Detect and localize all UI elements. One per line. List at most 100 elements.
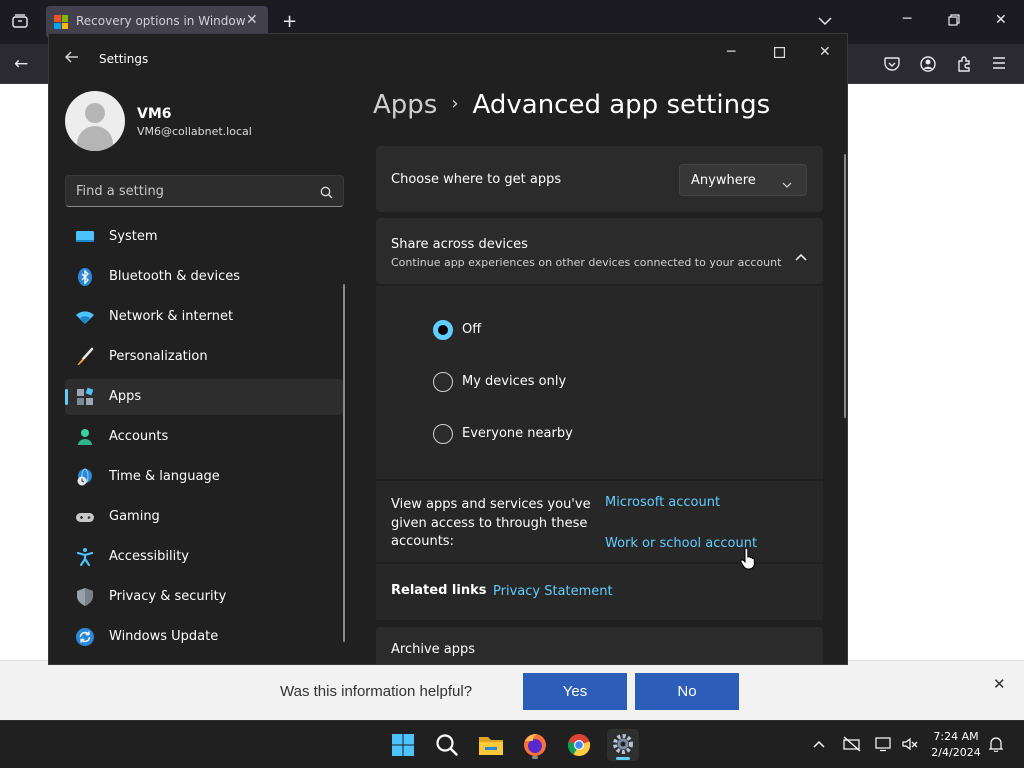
- work-school-account-link[interactable]: Work or school account: [605, 536, 757, 551]
- archive-apps-card[interactable]: Archive apps: [376, 627, 823, 664]
- feedback-bar: Was this information helpful? Yes No ✕: [0, 660, 1024, 720]
- radio-label: Off: [462, 322, 482, 337]
- find-setting-input[interactable]: [66, 176, 316, 206]
- settings-minimize-icon[interactable]: ─: [727, 44, 735, 60]
- search-icon[interactable]: [431, 729, 463, 761]
- sidebar-item-label: Apps: [109, 389, 142, 404]
- account-icon[interactable]: [920, 56, 936, 75]
- tab-list-chevron-icon[interactable]: [818, 15, 832, 29]
- clock-time: 7:24 AM: [933, 730, 979, 743]
- related-links-label: Related links: [391, 583, 487, 598]
- accounts-access-line-3: accounts:: [391, 534, 454, 549]
- browser-minimize-icon[interactable]: ─: [903, 12, 911, 26]
- sidebar-item-gaming[interactable]: Gaming: [65, 499, 343, 535]
- show-hidden-icons-chevron-icon[interactable]: [813, 737, 825, 752]
- browser-back-icon[interactable]: ←: [14, 56, 28, 73]
- clock-date: 2/4/2024: [931, 746, 981, 759]
- firefox-icon[interactable]: [519, 729, 551, 761]
- settings-icon[interactable]: [607, 729, 639, 761]
- accounts-access-line-1: View apps and services you've: [391, 497, 591, 512]
- taskbar: 7:24 AM 2/4/2024: [0, 720, 1024, 768]
- person-icon: [75, 427, 95, 447]
- system-clock[interactable]: 7:24 AM 2/4/2024: [928, 729, 984, 761]
- apps-icon: [75, 387, 95, 407]
- sidebar-item-label: Gaming: [109, 509, 160, 524]
- network-disconnected-icon[interactable]: [843, 736, 861, 756]
- notification-bell-icon[interactable]: [988, 736, 1004, 756]
- app-source-dropdown[interactable]: Anywhere: [679, 164, 807, 196]
- chrome-icon[interactable]: [563, 729, 595, 761]
- sidebar-item-label: Network & internet: [109, 309, 234, 324]
- radio-button[interactable]: [433, 424, 453, 444]
- menu-icon[interactable]: [992, 57, 1006, 72]
- avatar: [65, 91, 125, 151]
- share-devices-title: Share across devices: [391, 237, 528, 252]
- volume-muted-icon[interactable]: [901, 736, 919, 756]
- brush-icon: [75, 347, 95, 367]
- content-scrollbar[interactable]: [844, 154, 846, 418]
- sidebar-item-label: System: [109, 229, 158, 244]
- find-setting-box: [65, 175, 344, 207]
- user-email: VM6@collabnet.local: [137, 125, 252, 138]
- feedback-yes-button[interactable]: Yes: [523, 673, 627, 710]
- extensions-icon[interactable]: [956, 56, 972, 75]
- sidebar-item-time-language[interactable]: Time & language: [65, 459, 343, 495]
- breadcrumb: Apps › Advanced app settings: [373, 90, 770, 120]
- browser-restore-icon[interactable]: [948, 14, 960, 29]
- sidebar-item-apps[interactable]: Apps: [65, 379, 343, 415]
- nav-scrollbar[interactable]: [343, 284, 345, 642]
- pocket-icon[interactable]: [884, 57, 900, 75]
- sidebar-item-privacy[interactable]: Privacy & security: [65, 579, 343, 615]
- gamepad-icon: [75, 507, 95, 527]
- sidebar-item-personalization[interactable]: Personalization: [65, 339, 343, 375]
- settings-close-icon[interactable]: ✕: [819, 44, 831, 60]
- windows-start-icon[interactable]: [387, 729, 419, 761]
- sidebar-item-accessibility[interactable]: Accessibility: [65, 539, 343, 575]
- new-tab-icon[interactable]: +: [282, 13, 297, 31]
- sidebar-item-label: Bluetooth & devices: [109, 269, 240, 284]
- shield-icon: [75, 587, 95, 607]
- choose-apps-label: Choose where to get apps: [391, 172, 562, 187]
- archive-apps-title: Archive apps: [391, 642, 476, 657]
- sidebar-item-label: Accessibility: [109, 549, 189, 564]
- share-options-panel: Off My devices only Everyone nearby: [376, 286, 823, 479]
- chevron-up-icon[interactable]: [795, 246, 807, 261]
- sidebar-item-system[interactable]: System: [65, 219, 343, 255]
- hand-cursor-icon: [740, 547, 756, 570]
- microsoft-account-link[interactable]: Microsoft account: [605, 495, 720, 510]
- share-devices-header[interactable]: Share across devices Continue app experi…: [376, 218, 823, 284]
- radio-label: My devices only: [462, 374, 567, 389]
- sidebar-item-windows-update[interactable]: Windows Update: [65, 619, 343, 655]
- sidebar-item-label: Personalization: [109, 349, 208, 364]
- privacy-statement-link[interactable]: Privacy Statement: [493, 584, 613, 599]
- tab-close-icon[interactable]: ✕: [246, 12, 258, 28]
- update-icon: [75, 627, 95, 647]
- feedback-no-button[interactable]: No: [635, 673, 739, 710]
- radio-button-selected[interactable]: [433, 320, 453, 340]
- browser-close-icon[interactable]: ✕: [995, 13, 1007, 27]
- sidebar-item-bluetooth[interactable]: Bluetooth & devices: [65, 259, 343, 295]
- globe-clock-icon: [75, 467, 95, 487]
- sidebar-item-accounts[interactable]: Accounts: [65, 419, 343, 455]
- wifi-icon: [75, 307, 95, 327]
- search-icon[interactable]: [320, 184, 333, 199]
- breadcrumb-parent[interactable]: Apps: [373, 90, 437, 120]
- sidebar-item-label: Time & language: [109, 469, 220, 484]
- monitor-icon: [75, 227, 95, 247]
- display-icon[interactable]: [875, 736, 891, 756]
- settings-maximize-icon[interactable]: [774, 46, 786, 62]
- chevron-down-icon: [782, 175, 792, 188]
- sidebar-item-network[interactable]: Network & internet: [65, 299, 343, 335]
- choose-apps-card: Choose where to get apps Anywhere: [376, 146, 823, 212]
- accounts-access-line-2: given access to through these: [391, 516, 588, 531]
- file-explorer-icon[interactable]: [475, 729, 507, 761]
- bluetooth-icon: [75, 267, 95, 287]
- tab-overview-icon[interactable]: [12, 14, 28, 31]
- settings-back-icon[interactable]: [65, 51, 79, 67]
- page-title: Advanced app settings: [472, 90, 771, 120]
- settings-window-title: Settings: [99, 52, 149, 66]
- sidebar-item-label: Privacy & security: [109, 589, 227, 604]
- feedback-close-icon[interactable]: ✕: [993, 675, 1006, 693]
- microsoft-logo-icon: [54, 15, 68, 29]
- radio-button[interactable]: [433, 372, 453, 392]
